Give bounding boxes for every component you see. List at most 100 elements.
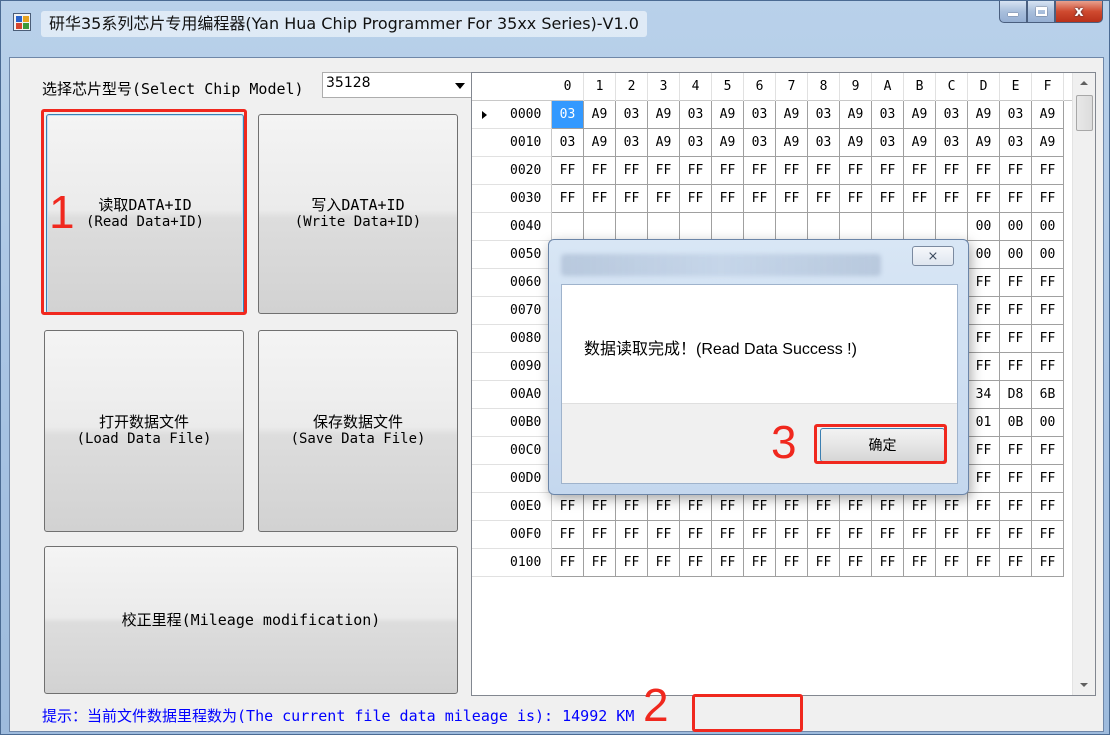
hex-cell[interactable]: FF: [776, 521, 808, 549]
row-header[interactable]: 00B0: [472, 409, 552, 437]
hex-cell[interactable]: FF: [1000, 353, 1032, 381]
hex-cell[interactable]: [840, 213, 872, 241]
hex-cell[interactable]: 03: [808, 129, 840, 157]
hex-cell[interactable]: [648, 213, 680, 241]
dialog-close-button[interactable]: ⨯: [912, 246, 954, 266]
hex-cell[interactable]: A9: [968, 101, 1000, 129]
hex-cell[interactable]: FF: [744, 549, 776, 577]
column-header[interactable]: B: [904, 73, 936, 101]
row-header[interactable]: 0030: [472, 185, 552, 213]
hex-cell[interactable]: FF: [1000, 437, 1032, 465]
column-header[interactable]: 4: [680, 73, 712, 101]
hex-cell[interactable]: FF: [872, 493, 904, 521]
vertical-scrollbar[interactable]: [1072, 73, 1095, 695]
hex-cell[interactable]: FF: [680, 549, 712, 577]
hex-cell[interactable]: FF: [808, 185, 840, 213]
hex-cell[interactable]: [616, 213, 648, 241]
hex-cell[interactable]: 03: [744, 101, 776, 129]
hex-cell[interactable]: FF: [840, 493, 872, 521]
column-header[interactable]: 0: [552, 73, 584, 101]
hex-cell[interactable]: FF: [1032, 325, 1064, 353]
hex-cell[interactable]: FF: [1032, 521, 1064, 549]
hex-cell[interactable]: FF: [1032, 157, 1064, 185]
hex-cell[interactable]: 0B: [1000, 409, 1032, 437]
close-button[interactable]: x: [1055, 1, 1103, 23]
hex-cell[interactable]: FF: [744, 521, 776, 549]
hex-cell[interactable]: FF: [1032, 493, 1064, 521]
hex-cell[interactable]: FF: [1000, 185, 1032, 213]
hex-cell[interactable]: FF: [584, 493, 616, 521]
hex-cell[interactable]: A9: [776, 101, 808, 129]
hex-cell[interactable]: 03: [680, 129, 712, 157]
row-header[interactable]: 0000: [472, 101, 552, 129]
hex-cell[interactable]: FF: [1000, 325, 1032, 353]
hex-cell[interactable]: FF: [904, 157, 936, 185]
hex-cell[interactable]: FF: [968, 549, 1000, 577]
hex-cell[interactable]: 00: [1032, 241, 1064, 269]
hex-cell[interactable]: FF: [648, 157, 680, 185]
hex-cell[interactable]: [712, 213, 744, 241]
hex-cell[interactable]: 03: [1000, 101, 1032, 129]
hex-cell[interactable]: FF: [1032, 549, 1064, 577]
hex-cell[interactable]: FF: [872, 549, 904, 577]
row-header[interactable]: 0090: [472, 353, 552, 381]
hex-cell[interactable]: FF: [616, 521, 648, 549]
column-header[interactable]: D: [968, 73, 1000, 101]
hex-cell[interactable]: [744, 213, 776, 241]
hex-cell[interactable]: [872, 213, 904, 241]
hex-cell[interactable]: FF: [584, 157, 616, 185]
hex-cell[interactable]: FF: [1000, 157, 1032, 185]
row-header[interactable]: 0010: [472, 129, 552, 157]
hex-cell[interactable]: FF: [968, 157, 1000, 185]
row-header[interactable]: 0070: [472, 297, 552, 325]
hex-cell[interactable]: FF: [1000, 297, 1032, 325]
hex-cell[interactable]: [552, 213, 584, 241]
minimize-button[interactable]: [999, 1, 1027, 23]
hex-cell[interactable]: 00: [968, 213, 1000, 241]
hex-cell[interactable]: FF: [712, 185, 744, 213]
hex-cell[interactable]: A9: [904, 101, 936, 129]
row-header[interactable]: 0040: [472, 213, 552, 241]
hex-cell[interactable]: FF: [552, 549, 584, 577]
hex-cell[interactable]: A9: [904, 129, 936, 157]
column-header[interactable]: 7: [776, 73, 808, 101]
hex-cell[interactable]: A9: [712, 129, 744, 157]
row-header[interactable]: 00C0: [472, 437, 552, 465]
hex-cell[interactable]: FF: [968, 493, 1000, 521]
hex-cell[interactable]: FF: [1032, 437, 1064, 465]
hex-cell[interactable]: FF: [936, 549, 968, 577]
column-header[interactable]: A: [872, 73, 904, 101]
hex-cell[interactable]: FF: [1000, 465, 1032, 493]
row-header[interactable]: 0060: [472, 269, 552, 297]
write-data-id-button[interactable]: 写入DATA+ID (Write Data+ID): [258, 114, 458, 314]
hex-cell[interactable]: FF: [776, 185, 808, 213]
hex-cell[interactable]: FF: [968, 185, 1000, 213]
hex-cell[interactable]: 00: [1000, 213, 1032, 241]
hex-cell[interactable]: FF: [616, 549, 648, 577]
hex-cell[interactable]: FF: [840, 185, 872, 213]
hex-cell[interactable]: FF: [648, 549, 680, 577]
hex-cell[interactable]: FF: [552, 185, 584, 213]
column-header[interactable]: 8: [808, 73, 840, 101]
column-header[interactable]: 3: [648, 73, 680, 101]
hex-cell[interactable]: FF: [776, 549, 808, 577]
hex-cell[interactable]: 01: [968, 409, 1000, 437]
column-header[interactable]: 6: [744, 73, 776, 101]
hex-cell[interactable]: FF: [648, 185, 680, 213]
hex-cell[interactable]: FF: [1032, 297, 1064, 325]
save-data-file-button[interactable]: 保存数据文件 (Save Data File): [258, 330, 458, 532]
hex-cell[interactable]: FF: [904, 521, 936, 549]
column-header[interactable]: 1: [584, 73, 616, 101]
hex-cell[interactable]: FF: [1000, 521, 1032, 549]
hex-cell[interactable]: FF: [552, 521, 584, 549]
hex-cell[interactable]: 00: [1032, 213, 1064, 241]
hex-cell[interactable]: 00: [968, 241, 1000, 269]
hex-cell[interactable]: 6B: [1032, 381, 1064, 409]
hex-cell[interactable]: [584, 213, 616, 241]
column-header[interactable]: 5: [712, 73, 744, 101]
hex-cell[interactable]: A9: [648, 101, 680, 129]
hex-cell[interactable]: FF: [1000, 493, 1032, 521]
scroll-down-button[interactable]: [1073, 675, 1095, 695]
maximize-button[interactable]: [1027, 1, 1055, 23]
hex-cell[interactable]: A9: [840, 129, 872, 157]
